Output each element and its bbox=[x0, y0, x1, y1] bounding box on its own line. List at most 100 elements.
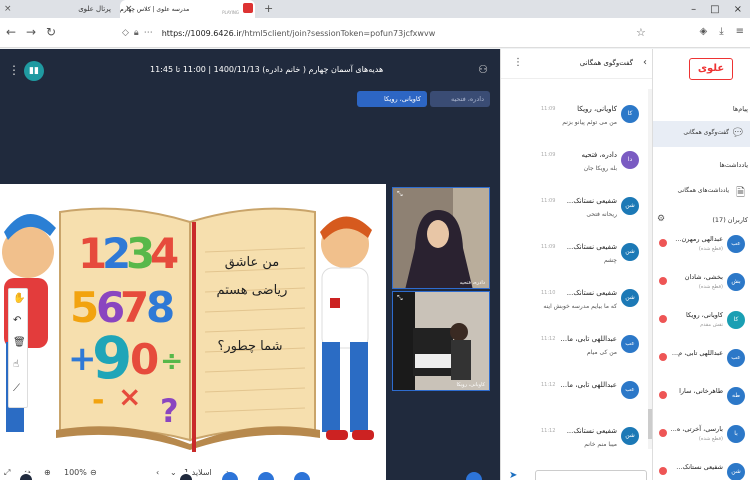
presenter-chip[interactable]: کاویانی، رویکا bbox=[357, 91, 427, 107]
download-icon[interactable]: ⤓ bbox=[719, 26, 723, 37]
browser-tab-active[interactable]: مدرسه علوی | کلاس چهارم PLAYING × bbox=[120, 0, 255, 18]
chat-message: شن شفیعی نستانک... 11:09 ریحانه فتحی bbox=[501, 193, 647, 239]
browser-tab-inactive[interactable]: × پرتال علوی bbox=[0, 0, 115, 18]
browser-tab-strip: × پرتال علوی مدرسه علوی | کلاس چهارم PLA… bbox=[0, 0, 750, 18]
previous-slide-icon[interactable]: ‹ bbox=[156, 468, 159, 477]
tab-playing-label: PLAYING bbox=[222, 10, 239, 15]
user-name: بارسی، آخرتی، ه... bbox=[670, 425, 723, 433]
avatar: عب bbox=[727, 349, 745, 367]
video-tile[interactable]: ⤡ دادره، فتحیه bbox=[392, 187, 490, 289]
mic-status-icon bbox=[659, 277, 667, 285]
presenter-chip[interactable]: دادره، فتحیه bbox=[430, 91, 490, 107]
avatar[interactable]: شن bbox=[621, 243, 639, 261]
sidebar-item-shared-notes[interactable]: 🗎 یادداشت‌های همگانی bbox=[653, 179, 750, 205]
mic-status-icon bbox=[659, 239, 667, 247]
permissions-icon: ⋯ bbox=[143, 28, 153, 38]
avatar[interactable]: شن bbox=[621, 427, 639, 445]
user-name: بخشی، شادان bbox=[684, 273, 723, 281]
slide-number: 0 bbox=[130, 335, 159, 384]
more-options-icon[interactable]: ⋮ bbox=[8, 63, 20, 77]
url-host: https://1009.6426.ir bbox=[161, 28, 242, 38]
pocket-icon[interactable]: ◈ bbox=[699, 26, 707, 37]
undo-icon[interactable]: ↶ bbox=[13, 315, 21, 326]
user-list-item[interactable]: بش بخشی، شادان (قطع شده) bbox=[653, 269, 750, 307]
reload-icon[interactable]: ↻ bbox=[46, 25, 56, 39]
video-tile[interactable]: ⤡ کاویانی، رویکا bbox=[392, 291, 490, 391]
bookmark-star-icon[interactable]: ☆ bbox=[636, 26, 646, 39]
mic-status-icon bbox=[659, 467, 667, 475]
pointer-icon[interactable]: ☝ bbox=[13, 359, 19, 370]
sidebar-item-label: یادداشت‌های همگانی bbox=[677, 187, 729, 194]
address-bar[interactable]: ◇ 🔒︎ ⋯ https://1009.6426.ir/html5client/… bbox=[122, 23, 642, 43]
chat-message: شن شفیعی نستانک... 11:12 میبا منم خانم bbox=[501, 423, 647, 469]
slide-selector-chevron-icon[interactable]: ⌄ bbox=[170, 468, 177, 477]
message-author: عبداللهی تابی، ما... bbox=[560, 335, 617, 343]
message-text: که ما بیایم مدرسه خوبش اینه bbox=[543, 303, 617, 310]
avatar[interactable]: عب bbox=[621, 381, 639, 399]
avatar: عب bbox=[727, 235, 745, 253]
chat-options-icon[interactable]: ⋮ bbox=[513, 57, 523, 68]
user-list-item[interactable]: عب عبداللهی تابی، م... bbox=[653, 345, 750, 383]
chat-message: عب عبداللهی تابی، ما... 11:12 bbox=[501, 377, 647, 423]
message-time: 11:09 bbox=[541, 152, 556, 158]
slide-symbol: - bbox=[92, 383, 104, 418]
send-icon[interactable]: ➤ bbox=[509, 470, 517, 480]
avatar[interactable]: شن bbox=[621, 289, 639, 307]
avatar[interactable]: عب bbox=[621, 335, 639, 353]
window-controls: – □ × bbox=[691, 0, 750, 18]
message-author: شفیعی نستانک... bbox=[566, 243, 617, 251]
zoom-out-icon[interactable]: ⊖ bbox=[90, 468, 97, 477]
message-time: 11:12 bbox=[541, 336, 556, 342]
message-time: 11:12 bbox=[541, 382, 556, 388]
message-time: 11:09 bbox=[541, 244, 556, 250]
lock-icon: 🔒︎ bbox=[133, 28, 139, 38]
video-feed bbox=[393, 188, 489, 288]
message-author: دادره، فتحیه bbox=[581, 151, 617, 159]
slide-question: شما چطور؟ bbox=[217, 339, 282, 354]
avatar: طه bbox=[727, 387, 745, 405]
user-list-item[interactable]: با بارسی، آخرتی، ه... (قطع شده) bbox=[653, 421, 750, 459]
user-list-item[interactable]: کا کاویانی، رویکا تقش مقدم bbox=[653, 307, 750, 345]
brand-logo: علوی bbox=[689, 58, 733, 80]
avatar[interactable]: شن bbox=[621, 197, 639, 215]
user-list-item[interactable]: طه طاهرخانی، سارا bbox=[653, 383, 750, 421]
user-list-item[interactable]: عب عبدالهی رمهرن... (قطع شده) bbox=[653, 231, 750, 269]
chevron-left-icon[interactable]: ‹ bbox=[643, 57, 647, 68]
fullscreen-icon[interactable]: ⤢ bbox=[4, 468, 10, 478]
message-time: 11:09 bbox=[541, 106, 556, 112]
user-status: تقش مقدم bbox=[700, 322, 723, 328]
session-topbar: ⋮ ▮▮ هدیه‌های آسمان چهارم ( خانم دادره) … bbox=[0, 49, 500, 93]
chart-tool-icon[interactable]: ⟋ bbox=[13, 383, 20, 394]
mic-status-icon bbox=[659, 429, 667, 437]
settings-gear-icon[interactable]: ⚙ bbox=[657, 214, 665, 224]
mic-status-icon bbox=[659, 315, 667, 323]
sidebar-item-public-chat[interactable]: 💬︎ گفت‌وگوی همگانی bbox=[653, 121, 750, 147]
analytics-icon[interactable]: ▮▮ bbox=[24, 61, 44, 81]
avatar[interactable]: دا bbox=[621, 151, 639, 169]
maximize-icon[interactable]: □ bbox=[710, 4, 719, 15]
back-icon[interactable]: ← bbox=[6, 25, 16, 39]
avatar[interactable]: کا bbox=[621, 105, 639, 123]
slide-symbol: + bbox=[68, 339, 97, 379]
hand-tool-icon[interactable]: ✋ bbox=[13, 293, 25, 304]
favicon-icon bbox=[243, 3, 253, 13]
close-tab-icon[interactable]: × bbox=[125, 4, 133, 14]
chat-panel: ⋮ گفت‌وگوی همگانی ‹ کا کاویانی، رویکا 11:0… bbox=[500, 49, 653, 480]
trash-icon[interactable]: 🗑 bbox=[13, 337, 26, 348]
message-text: چشم bbox=[603, 257, 617, 264]
forward-icon[interactable]: → bbox=[26, 25, 36, 39]
chat-message: عب عبداللهی تابی، ما... 11:12 من کی میام bbox=[501, 331, 647, 377]
minimize-icon[interactable]: – bbox=[691, 4, 696, 15]
slide-number: 4 bbox=[150, 229, 179, 278]
user-list-item[interactable]: شن شفیعی نستانک... bbox=[653, 459, 750, 480]
chat-bubble-icon: 💬︎ bbox=[731, 126, 745, 139]
expand-video-icon[interactable]: ⤡ bbox=[397, 190, 403, 199]
expand-video-icon[interactable]: ⤡ bbox=[397, 294, 403, 303]
chat-input[interactable] bbox=[535, 470, 647, 480]
new-tab-icon[interactable]: + bbox=[264, 2, 273, 15]
close-tab-icon[interactable]: × bbox=[4, 4, 12, 14]
menu-icon[interactable]: ≡ bbox=[736, 26, 744, 37]
close-window-icon[interactable]: × bbox=[734, 4, 742, 15]
user-list-icon[interactable]: ⚇ bbox=[478, 63, 488, 76]
zoom-in-icon[interactable]: ⊕ bbox=[44, 468, 51, 477]
